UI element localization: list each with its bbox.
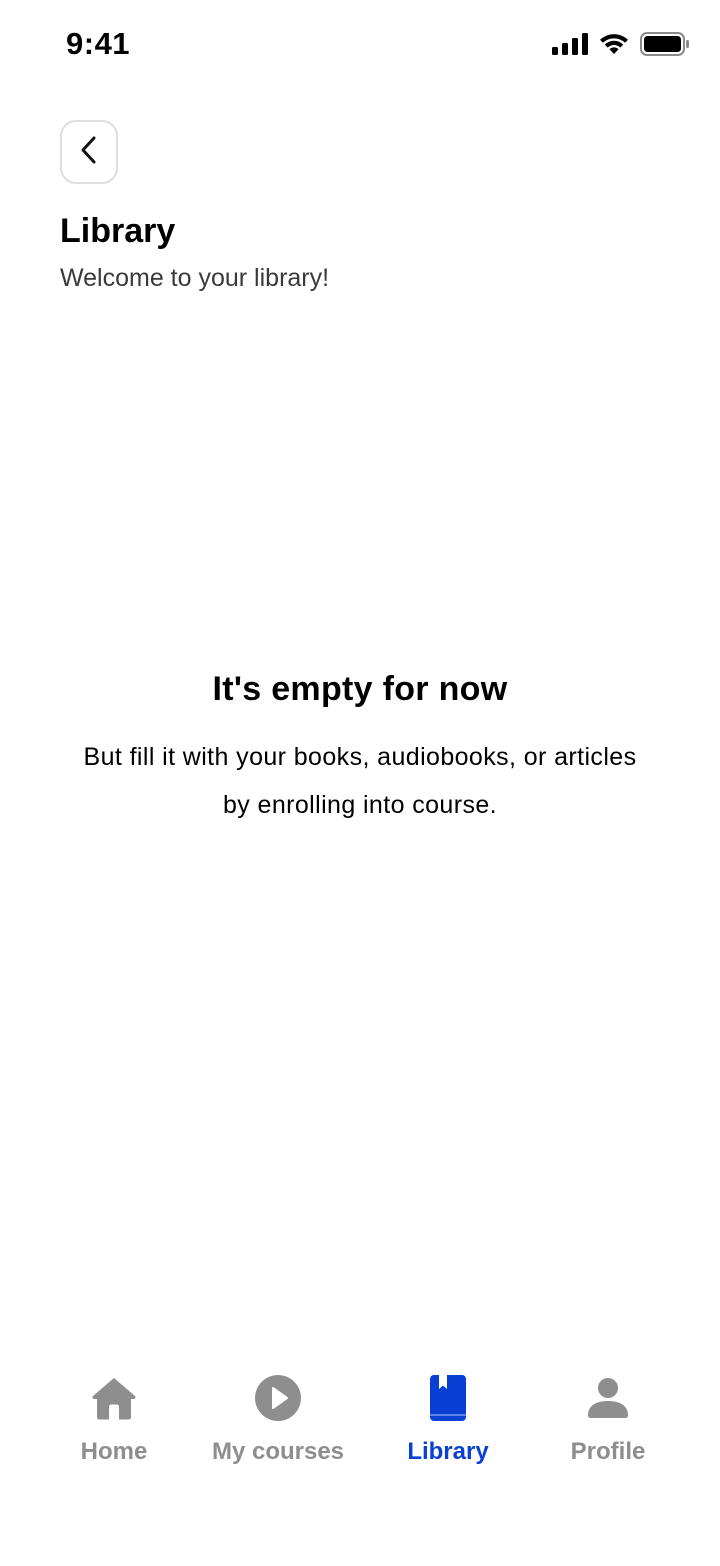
empty-state: It's empty for now But fill it with your… (0, 670, 720, 829)
status-icons (552, 31, 690, 61)
page-title: Library (60, 212, 176, 250)
status-bar: 9:41 (0, 0, 720, 92)
tab-label: Profile (570, 1438, 646, 1465)
status-time: 9:41 (66, 26, 131, 61)
tab-profile[interactable]: Profile (558, 1370, 658, 1480)
home-icon (91, 1370, 137, 1426)
page-subtitle: Welcome to your library! (60, 264, 330, 292)
tab-label: My courses (211, 1438, 345, 1465)
tab-label: Home (80, 1438, 148, 1465)
battery-icon (640, 31, 690, 61)
empty-state-message: But fill it with your books, audiobooks,… (83, 743, 637, 819)
back-button[interactable] (60, 120, 118, 184)
chevron-left-icon (78, 135, 100, 170)
empty-state-title: It's empty for now (212, 670, 508, 708)
tab-home[interactable]: Home (64, 1370, 164, 1480)
tab-library[interactable]: Library (398, 1370, 498, 1480)
tab-my-courses[interactable]: My courses (198, 1370, 358, 1480)
tab-bar: Home My courses Library Profile (0, 1370, 720, 1480)
wifi-icon (598, 32, 630, 61)
bookmark-book-icon (430, 1370, 466, 1426)
signal-icon (552, 32, 588, 60)
play-circle-icon (254, 1370, 302, 1426)
user-icon (587, 1370, 629, 1426)
tab-label: Library (407, 1438, 489, 1465)
